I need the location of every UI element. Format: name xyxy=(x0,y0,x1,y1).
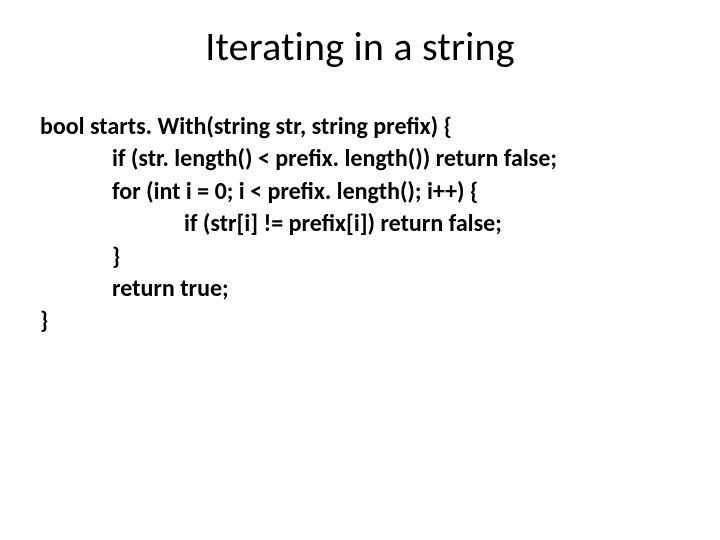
code-line: if (str. length() < prefix. length()) re… xyxy=(40,143,680,175)
code-line: } xyxy=(40,241,680,273)
slide: Iterating in a string bool starts. With(… xyxy=(0,0,720,540)
code-line: bool starts. With(string str, string pre… xyxy=(40,111,680,143)
code-line: } xyxy=(40,305,680,337)
code-line: if (str[i] != prefix[i]) return false; xyxy=(40,208,680,240)
code-line: return true; xyxy=(40,273,680,305)
code-block: bool starts. With(string str, string pre… xyxy=(0,81,720,338)
slide-title: Iterating in a string xyxy=(0,0,720,81)
code-line: for (int i = 0; i < prefix. length(); i+… xyxy=(40,176,680,208)
